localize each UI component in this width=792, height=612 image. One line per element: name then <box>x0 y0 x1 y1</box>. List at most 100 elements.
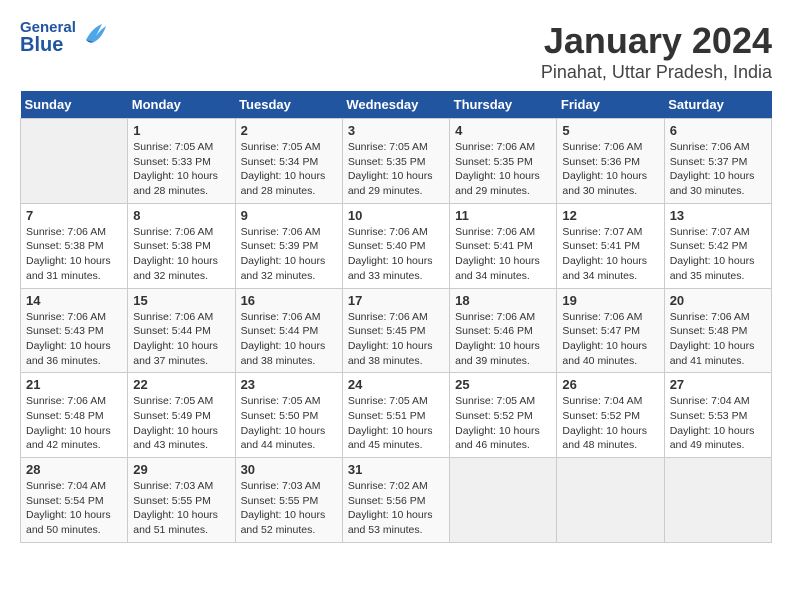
day-info: Sunrise: 7:04 AM Sunset: 5:54 PM Dayligh… <box>26 479 122 538</box>
day-info: Sunrise: 7:06 AM Sunset: 5:38 PM Dayligh… <box>26 225 122 284</box>
calendar-cell: 19 Sunrise: 7:06 AM Sunset: 5:47 PM Dayli… <box>557 288 664 373</box>
logo-bird-icon <box>80 18 110 51</box>
day-number: 16 <box>241 293 337 308</box>
header-day-sunday: Sunday <box>21 91 128 119</box>
calendar-cell <box>664 458 771 543</box>
calendar-cell: 15Sunrise: 7:06 AM Sunset: 5:44 PM Dayli… <box>128 288 235 373</box>
day-number: 21 <box>26 377 122 392</box>
day-number: 13 <box>670 208 766 223</box>
header-day-thursday: Thursday <box>450 91 557 119</box>
day-number: 27 <box>670 377 766 392</box>
calendar-cell: 7 Sunrise: 7:06 AM Sunset: 5:38 PM Daylig… <box>21 203 128 288</box>
page-header: General Blue January 2024 Pinahat, Uttar… <box>20 20 772 83</box>
day-number: 20 <box>670 293 766 308</box>
day-info: Sunrise: 7:03 AM Sunset: 5:55 PM Dayligh… <box>133 479 229 538</box>
calendar-cell: 17Sunrise: 7:06 AM Sunset: 5:45 PM Dayli… <box>342 288 449 373</box>
day-info: Sunrise: 7:06 AM Sunset: 5:44 PM Dayligh… <box>133 310 229 369</box>
calendar-cell: 21 Sunrise: 7:06 AM Sunset: 5:48 PM Dayli… <box>21 373 128 458</box>
day-number: 29 <box>133 462 229 477</box>
day-number: 12 <box>562 208 658 223</box>
calendar-cell: 20 Sunrise: 7:06 AM Sunset: 5:48 PM Dayli… <box>664 288 771 373</box>
calendar-table: SundayMondayTuesdayWednesdayThursdayFrid… <box>20 91 772 543</box>
day-info: Sunrise: 7:06 AM Sunset: 5:35 PM Dayligh… <box>455 140 551 199</box>
calendar-cell <box>557 458 664 543</box>
day-number: 26 <box>562 377 658 392</box>
calendar-cell: 25Sunrise: 7:05 AM Sunset: 5:52 PM Dayli… <box>450 373 557 458</box>
day-info: Sunrise: 7:06 AM Sunset: 5:43 PM Dayligh… <box>26 310 122 369</box>
day-number: 7 <box>26 208 122 223</box>
calendar-body: 1Sunrise: 7:05 AM Sunset: 5:33 PM Daylig… <box>21 119 772 543</box>
day-number: 14 <box>26 293 122 308</box>
day-number: 25 <box>455 377 551 392</box>
header-day-saturday: Saturday <box>664 91 771 119</box>
calendar-cell: 6Sunrise: 7:06 AM Sunset: 5:37 PM Daylig… <box>664 119 771 204</box>
page-title: January 2024 <box>541 20 772 62</box>
calendar-cell: 30Sunrise: 7:03 AM Sunset: 5:55 PM Dayli… <box>235 458 342 543</box>
day-info: Sunrise: 7:06 AM Sunset: 5:48 PM Dayligh… <box>670 310 766 369</box>
calendar-cell: 11 Sunrise: 7:06 AM Sunset: 5:41 PM Dayli… <box>450 203 557 288</box>
day-number: 18 <box>455 293 551 308</box>
calendar-cell: 27Sunrise: 7:04 AM Sunset: 5:53 PM Dayli… <box>664 373 771 458</box>
calendar-cell: 10Sunrise: 7:06 AM Sunset: 5:40 PM Dayli… <box>342 203 449 288</box>
day-number: 22 <box>133 377 229 392</box>
calendar-cell: 28 Sunrise: 7:04 AM Sunset: 5:54 PM Dayli… <box>21 458 128 543</box>
header-day-tuesday: Tuesday <box>235 91 342 119</box>
calendar-cell <box>450 458 557 543</box>
header-day-monday: Monday <box>128 91 235 119</box>
logo-general: General <box>20 20 76 35</box>
calendar-cell: 26 Sunrise: 7:04 AM Sunset: 5:52 PM Dayli… <box>557 373 664 458</box>
calendar-cell <box>21 119 128 204</box>
day-info: Sunrise: 7:03 AM Sunset: 5:55 PM Dayligh… <box>241 479 337 538</box>
day-number: 3 <box>348 123 444 138</box>
day-info: Sunrise: 7:07 AM Sunset: 5:41 PM Dayligh… <box>562 225 658 284</box>
day-info: Sunrise: 7:07 AM Sunset: 5:42 PM Dayligh… <box>670 225 766 284</box>
day-number: 24 <box>348 377 444 392</box>
calendar-cell: 14 Sunrise: 7:06 AM Sunset: 5:43 PM Dayli… <box>21 288 128 373</box>
calendar-cell: 9Sunrise: 7:06 AM Sunset: 5:39 PM Daylig… <box>235 203 342 288</box>
calendar-week-2: 7 Sunrise: 7:06 AM Sunset: 5:38 PM Daylig… <box>21 203 772 288</box>
day-info: Sunrise: 7:06 AM Sunset: 5:41 PM Dayligh… <box>455 225 551 284</box>
calendar-cell: 31 Sunrise: 7:02 AM Sunset: 5:56 PM Dayli… <box>342 458 449 543</box>
day-info: Sunrise: 7:06 AM Sunset: 5:45 PM Dayligh… <box>348 310 444 369</box>
title-block: January 2024 Pinahat, Uttar Pradesh, Ind… <box>541 20 772 83</box>
day-number: 31 <box>348 462 444 477</box>
day-info: Sunrise: 7:06 AM Sunset: 5:46 PM Dayligh… <box>455 310 551 369</box>
day-info: Sunrise: 7:05 AM Sunset: 5:50 PM Dayligh… <box>241 394 337 453</box>
day-info: Sunrise: 7:06 AM Sunset: 5:38 PM Dayligh… <box>133 225 229 284</box>
calendar-cell: 2Sunrise: 7:05 AM Sunset: 5:34 PM Daylig… <box>235 119 342 204</box>
calendar-week-3: 14 Sunrise: 7:06 AM Sunset: 5:43 PM Dayli… <box>21 288 772 373</box>
calendar-week-1: 1Sunrise: 7:05 AM Sunset: 5:33 PM Daylig… <box>21 119 772 204</box>
calendar-cell: 18 Sunrise: 7:06 AM Sunset: 5:46 PM Dayli… <box>450 288 557 373</box>
day-info: Sunrise: 7:04 AM Sunset: 5:52 PM Dayligh… <box>562 394 658 453</box>
day-info: Sunrise: 7:05 AM Sunset: 5:51 PM Dayligh… <box>348 394 444 453</box>
day-number: 2 <box>241 123 337 138</box>
day-number: 6 <box>670 123 766 138</box>
day-number: 19 <box>562 293 658 308</box>
day-number: 9 <box>241 208 337 223</box>
day-info: Sunrise: 7:05 AM Sunset: 5:33 PM Dayligh… <box>133 140 229 199</box>
day-number: 28 <box>26 462 122 477</box>
logo-blue: Blue <box>20 35 76 55</box>
day-number: 8 <box>133 208 229 223</box>
day-number: 4 <box>455 123 551 138</box>
calendar-cell: 5Sunrise: 7:06 AM Sunset: 5:36 PM Daylig… <box>557 119 664 204</box>
header-row: SundayMondayTuesdayWednesdayThursdayFrid… <box>21 91 772 119</box>
day-number: 23 <box>241 377 337 392</box>
day-info: Sunrise: 7:02 AM Sunset: 5:56 PM Dayligh… <box>348 479 444 538</box>
calendar-cell: 29 Sunrise: 7:03 AM Sunset: 5:55 PM Dayli… <box>128 458 235 543</box>
calendar-cell: 23 Sunrise: 7:05 AM Sunset: 5:50 PM Dayli… <box>235 373 342 458</box>
calendar-cell: 3Sunrise: 7:05 AM Sunset: 5:35 PM Daylig… <box>342 119 449 204</box>
day-info: Sunrise: 7:06 AM Sunset: 5:40 PM Dayligh… <box>348 225 444 284</box>
calendar-cell: 12 Sunrise: 7:07 AM Sunset: 5:41 PM Dayli… <box>557 203 664 288</box>
day-info: Sunrise: 7:06 AM Sunset: 5:47 PM Dayligh… <box>562 310 658 369</box>
calendar-header: SundayMondayTuesdayWednesdayThursdayFrid… <box>21 91 772 119</box>
day-info: Sunrise: 7:06 AM Sunset: 5:44 PM Dayligh… <box>241 310 337 369</box>
day-number: 11 <box>455 208 551 223</box>
calendar-cell: 24 Sunrise: 7:05 AM Sunset: 5:51 PM Dayli… <box>342 373 449 458</box>
calendar-cell: 8 Sunrise: 7:06 AM Sunset: 5:38 PM Daylig… <box>128 203 235 288</box>
page-subtitle: Pinahat, Uttar Pradesh, India <box>541 62 772 83</box>
day-number: 5 <box>562 123 658 138</box>
day-info: Sunrise: 7:06 AM Sunset: 5:48 PM Dayligh… <box>26 394 122 453</box>
calendar-cell: 4 Sunrise: 7:06 AM Sunset: 5:35 PM Daylig… <box>450 119 557 204</box>
logo-text: General Blue <box>20 20 76 55</box>
